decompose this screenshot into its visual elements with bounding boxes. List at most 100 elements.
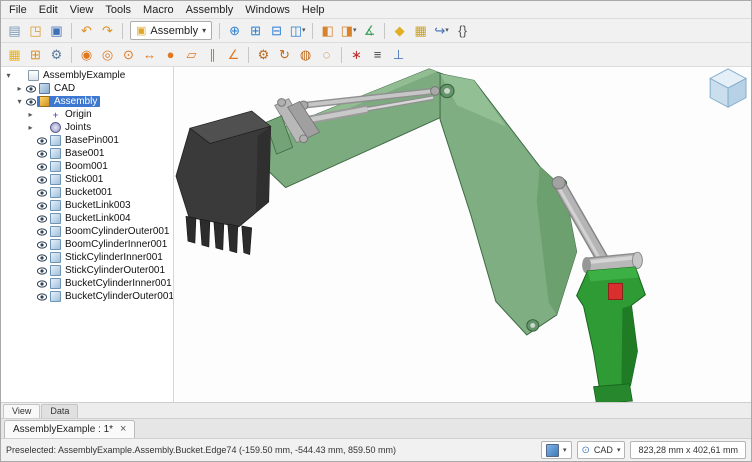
joint-planar-icon[interactable]: ▱ — [182, 45, 201, 64]
toggle-grounded-icon[interactable]: ⊥ — [389, 45, 408, 64]
visibility-eye-icon[interactable] — [35, 137, 48, 145]
bill-of-materials-icon[interactable]: ≡ — [368, 45, 387, 64]
tree-item-cad[interactable]: ▸CAD — [1, 82, 173, 95]
tree-item-bucket001[interactable]: Bucket001 — [1, 186, 173, 199]
undo-icon[interactable]: ↶ — [77, 21, 96, 40]
stick-part[interactable] — [256, 69, 462, 188]
save-document-icon[interactable]: ▣ — [47, 21, 66, 40]
make-link-icon[interactable]: ↪▾ — [432, 21, 451, 40]
draw-style-icon[interactable]: ◫▾ — [288, 21, 307, 40]
fit-all-icon[interactable]: ⊕ — [225, 21, 244, 40]
tree-item-assembly[interactable]: ▾ Assembly — [1, 95, 173, 108]
insert-component-icon[interactable]: ⊞ — [26, 45, 45, 64]
tree-item-bucketlink004[interactable]: BucketLink004 — [1, 212, 173, 225]
visibility-eye-icon[interactable] — [24, 85, 37, 93]
joint-parallel-icon[interactable]: ∥ — [203, 45, 222, 64]
joint-ball-icon[interactable]: ● — [161, 45, 180, 64]
solve-assembly-icon[interactable]: ⚙ — [47, 45, 66, 64]
joint-revolute-icon[interactable]: ◎ — [98, 45, 117, 64]
joint-cylindrical-icon[interactable]: ⊙ — [119, 45, 138, 64]
bucket-part[interactable] — [176, 111, 271, 255]
joint-slider-icon[interactable]: ↔ — [140, 45, 159, 64]
navigation-style-combo[interactable]: ⊙ CAD ▾ — [577, 441, 626, 459]
joint-fixed-icon[interactable]: ◉ — [77, 45, 96, 64]
view-front-icon[interactable]: ◨▾ — [339, 21, 358, 40]
menu-file[interactable]: File — [3, 3, 33, 17]
menu-edit[interactable]: Edit — [33, 3, 64, 17]
origin-icon: + — [50, 109, 61, 120]
part-icon — [50, 200, 61, 211]
joint-belt-icon[interactable]: ◌ — [317, 45, 336, 64]
navigation-cube[interactable] — [710, 69, 746, 107]
tree-item-boomcylinderouter001[interactable]: BoomCylinderOuter001 — [1, 225, 173, 238]
visibility-eye-icon[interactable] — [35, 150, 48, 158]
create-group-icon[interactable]: ▦ — [411, 21, 430, 40]
boom-part[interactable] — [440, 74, 577, 335]
close-icon[interactable]: × — [120, 424, 126, 435]
tree-item-bucketcylinderinner001[interactable]: BucketCylinderInner001 — [1, 277, 173, 290]
visibility-eye-icon[interactable] — [35, 254, 48, 262]
tree-item-bucketcylinderouter001[interactable]: BucketCylinderOuter001 — [1, 290, 173, 303]
menu-bar: FileEditViewToolsMacroAssemblyWindowsHel… — [1, 1, 751, 19]
measure-icon[interactable]: ∡ — [360, 21, 379, 40]
menu-tools[interactable]: Tools — [99, 3, 137, 17]
3d-viewport[interactable] — [174, 67, 751, 402]
caret-right-icon[interactable]: ▸ — [26, 123, 35, 132]
visibility-eye-icon[interactable] — [35, 267, 48, 275]
panel-tab-view[interactable]: View — [3, 404, 40, 418]
menu-windows[interactable]: Windows — [239, 3, 296, 17]
tree-item-content: Assembly — [37, 96, 100, 107]
joint-rack-pinion-icon[interactable]: ⚙ — [254, 45, 273, 64]
view-isometric-icon[interactable]: ◧ — [318, 21, 337, 40]
visibility-eye-icon[interactable] — [35, 189, 48, 197]
menu-assembly[interactable]: Assembly — [180, 3, 240, 17]
tree-item-basepin001[interactable]: BasePin001 — [1, 134, 173, 147]
caret-down-icon[interactable]: ▾ — [15, 97, 24, 106]
visibility-eye-icon[interactable] — [35, 293, 48, 301]
visibility-eye-icon[interactable] — [35, 163, 48, 171]
tree-item-stickcylinderouter001[interactable]: StickCylinderOuter001 — [1, 264, 173, 277]
tree-item-base001[interactable]: Base001 — [1, 147, 173, 160]
panel-tab-data[interactable]: Data — [41, 404, 78, 418]
create-assembly-icon[interactable]: ▦ — [5, 45, 24, 64]
document-tab[interactable]: AssemblyExample : 1* × — [4, 420, 135, 438]
menu-help[interactable]: Help — [296, 3, 331, 17]
tree-item-bucketlink003[interactable]: BucketLink003 — [1, 199, 173, 212]
visibility-eye-icon[interactable] — [35, 215, 48, 223]
open-document-icon[interactable]: ◳ — [26, 21, 45, 40]
tree-item-origin[interactable]: ▸+Origin — [1, 108, 173, 121]
new-document-icon[interactable]: ▤ — [5, 21, 24, 40]
visibility-eye-icon[interactable] — [35, 241, 48, 249]
visibility-eye-icon[interactable] — [24, 98, 37, 106]
zoom-in-icon[interactable]: ⊞ — [246, 21, 265, 40]
base-part[interactable] — [577, 252, 646, 402]
draw-style-combo[interactable]: ▾ — [541, 441, 572, 459]
menu-view[interactable]: View — [64, 3, 100, 17]
create-part-icon[interactable]: ◆ — [390, 21, 409, 40]
macro-editor-icon[interactable]: {} — [453, 21, 472, 40]
visibility-eye-icon[interactable] — [35, 202, 48, 210]
exploded-view-icon[interactable]: ∗ — [347, 45, 366, 64]
tree-item-assemblyexample[interactable]: ▾AssemblyExample — [1, 69, 173, 82]
caret-down-icon[interactable]: ▾ — [4, 71, 13, 80]
tree-item-boomcylinderinner001[interactable]: BoomCylinderInner001 — [1, 238, 173, 251]
tree-item-joints[interactable]: ▸Joints — [1, 121, 173, 134]
caret-right-icon[interactable]: ▸ — [26, 110, 35, 119]
joint-angle-icon[interactable]: ∠ — [224, 45, 243, 64]
visibility-eye-icon[interactable] — [35, 228, 48, 236]
tree-item-content: Bucket001 — [48, 187, 115, 198]
zoom-out-icon[interactable]: ⊟ — [267, 21, 286, 40]
menu-macro[interactable]: Macro — [137, 3, 180, 17]
tree-item-stick001[interactable]: Stick001 — [1, 173, 173, 186]
joint-gears-icon[interactable]: ◍ — [296, 45, 315, 64]
visibility-eye-icon[interactable] — [35, 280, 48, 288]
preselected-edge-highlight[interactable] — [608, 283, 622, 299]
part-icon — [50, 239, 61, 250]
visibility-eye-icon[interactable] — [35, 176, 48, 184]
caret-right-icon[interactable]: ▸ — [15, 84, 24, 93]
tree-item-boom001[interactable]: Boom001 — [1, 160, 173, 173]
joint-screw-icon[interactable]: ↻ — [275, 45, 294, 64]
tree-item-stickcylinderinner001[interactable]: StickCylinderInner001 — [1, 251, 173, 264]
redo-icon[interactable]: ↷ — [98, 21, 117, 40]
workbench-selector[interactable]: ▣Assembly▾ — [130, 21, 212, 40]
